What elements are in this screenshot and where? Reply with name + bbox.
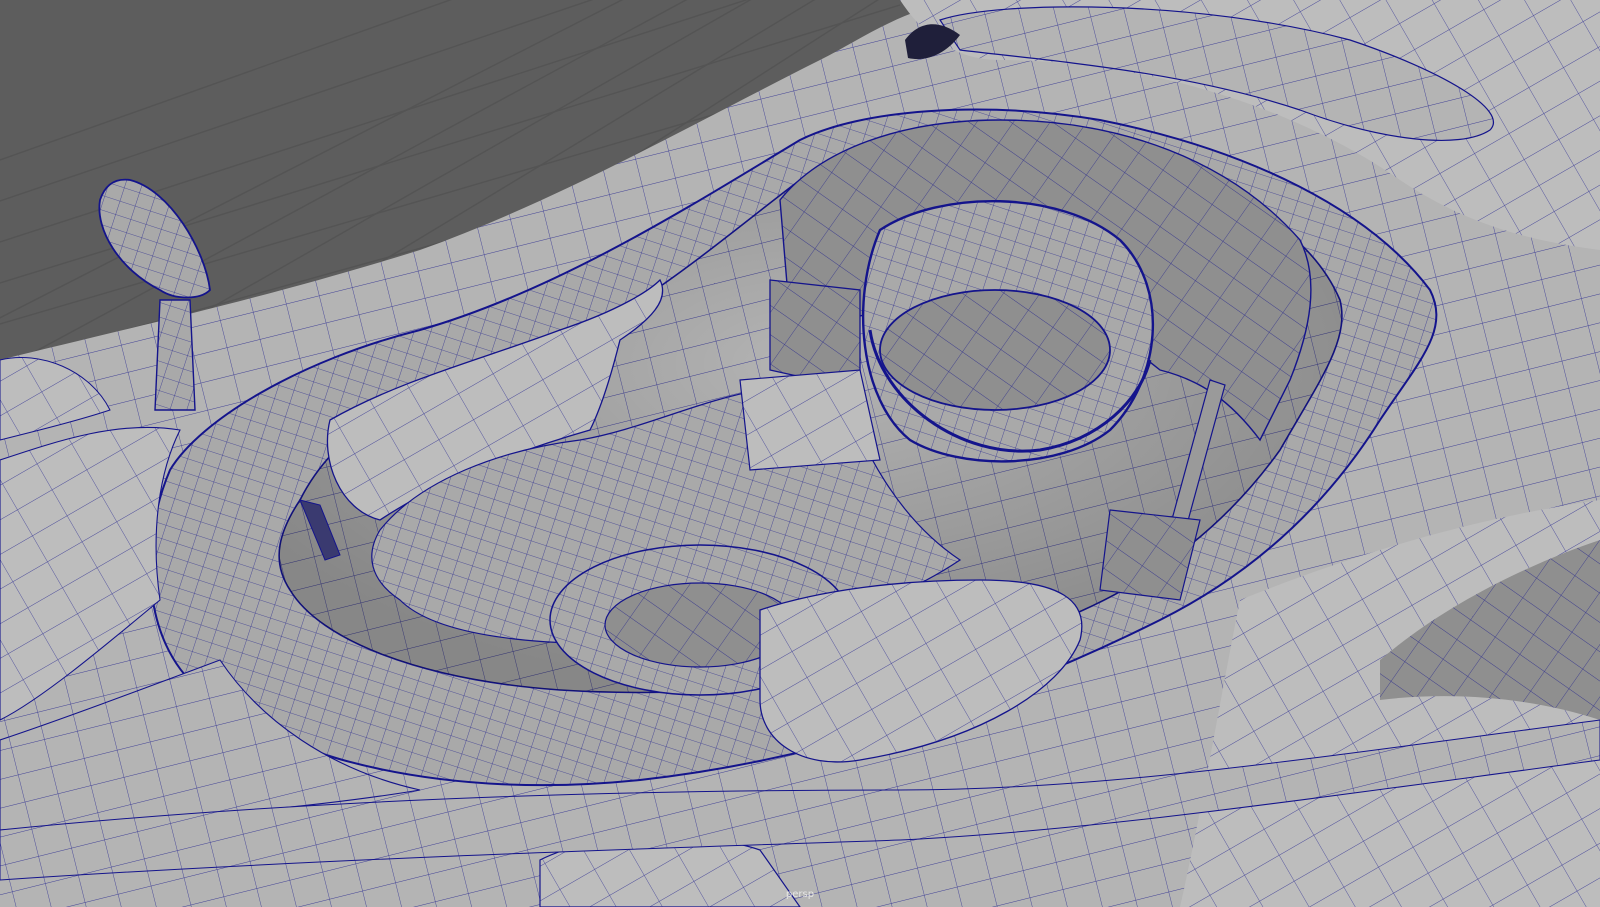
scene-render <box>0 0 1600 907</box>
floor-step <box>739 369 881 471</box>
perspective-viewport[interactable]: persp <box>0 0 1600 907</box>
pod-seat-cushion <box>879 289 1111 411</box>
camera-name-label: persp <box>785 889 815 900</box>
